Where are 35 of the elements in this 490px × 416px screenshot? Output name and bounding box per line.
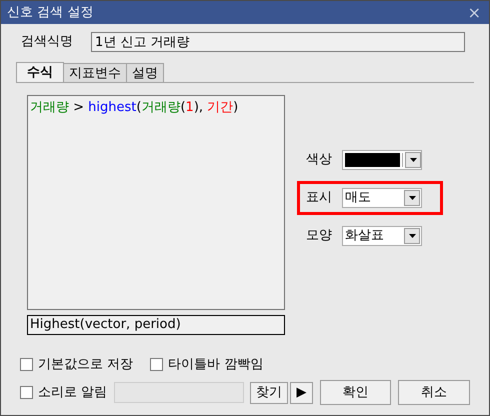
find-button[interactable]: 찾기: [250, 382, 288, 404]
dropdown-button[interactable]: [404, 190, 420, 206]
checkbox[interactable]: [150, 358, 164, 371]
checkbox[interactable]: [20, 386, 33, 399]
tab[interactable]: 수식: [16, 62, 64, 82]
play-button[interactable]: ▶: [290, 382, 313, 404]
dropdown-value: 화살표: [345, 227, 384, 246]
color-picker[interactable]: [342, 150, 422, 170]
checkbox-label: 소리로 알림: [38, 384, 108, 402]
dropdown[interactable]: 매도: [342, 188, 422, 208]
close-button[interactable]: ×: [466, 4, 483, 20]
checkbox-label: 기본값으로 저장: [38, 356, 134, 374]
dropdown[interactable]: 화살표: [342, 226, 422, 246]
formula-text: 거래량 > highest(거래량(1), 기간): [30, 100, 238, 115]
dropdown-button[interactable]: [404, 228, 420, 244]
option-label: 색상: [306, 151, 333, 170]
dropdown-button[interactable]: [405, 152, 421, 168]
caret-icon: [408, 234, 416, 238]
dropdown-value: 매도: [345, 189, 371, 208]
checkbox[interactable]: [20, 358, 33, 371]
dialog-button[interactable]: 확인: [320, 380, 392, 405]
name-input[interactable]: 1년 신고 거래량: [91, 32, 465, 52]
field-label: 검색식명: [21, 33, 73, 52]
caret-icon: [410, 158, 417, 162]
sound-file-field[interactable]: [114, 382, 244, 403]
hint-box: Highest(vector, period): [27, 315, 285, 335]
option-label: 모양: [306, 227, 333, 246]
caret-icon: [408, 196, 416, 200]
tab[interactable]: 설명: [127, 63, 164, 82]
checkbox-label: 타이틀바 깜빡임: [168, 356, 264, 374]
formula-editor[interactable]: 거래량 > highest(거래량(1), 기간): [27, 95, 285, 310]
dialog-button[interactable]: 취소: [398, 380, 470, 405]
tab[interactable]: 지표변수: [64, 63, 127, 82]
option-label: 표시: [306, 189, 333, 208]
window-title: 신호 검색 설정: [7, 4, 94, 22]
